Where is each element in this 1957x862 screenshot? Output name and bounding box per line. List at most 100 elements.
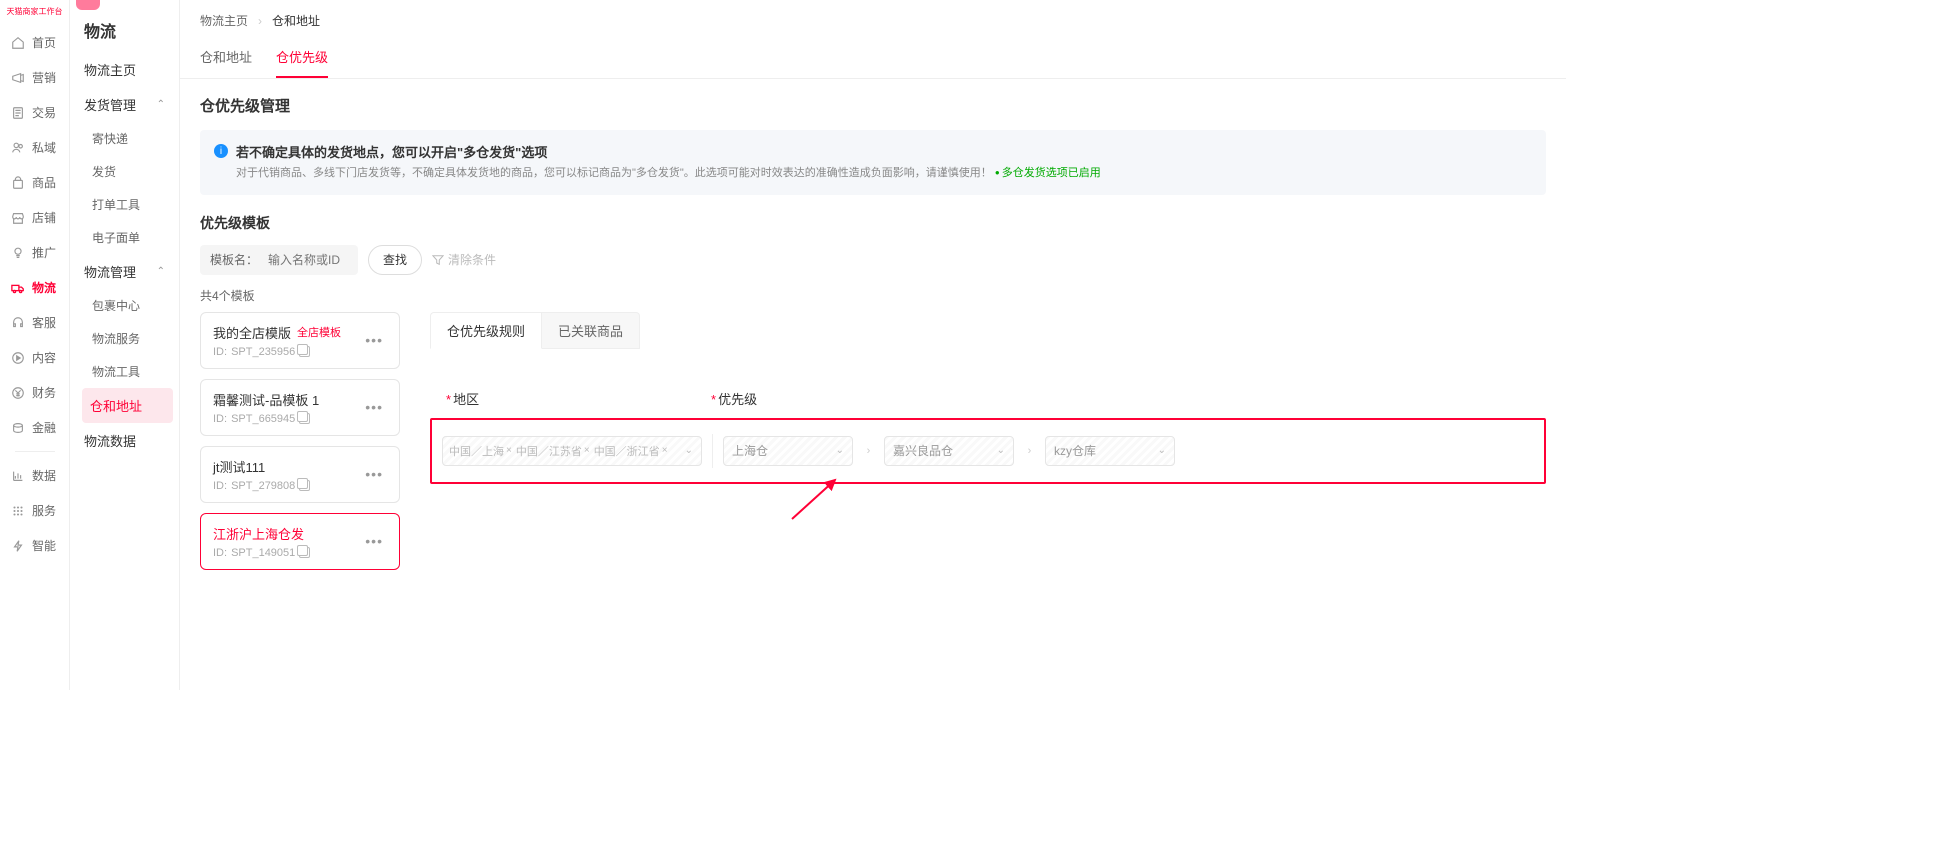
template-name: 我的全店模版全店模板 (213, 323, 341, 342)
chevron-right-icon: › (258, 14, 262, 28)
sidebar-item-home[interactable]: 物流主页 (70, 52, 179, 87)
sidebar-item-label: 物流管理 (84, 262, 136, 281)
nav-finance[interactable]: 财务 (0, 375, 69, 410)
nav-home[interactable]: 首页 (0, 25, 69, 60)
nav-label: 店铺 (32, 209, 56, 226)
sidebar-group-ship[interactable]: 发货管理⌃ (70, 87, 179, 122)
remove-tag-icon[interactable]: × (506, 445, 512, 456)
sidebar-sub-logitool[interactable]: 物流工具 (70, 355, 179, 388)
sidebar-sub-parcel[interactable]: 包裹中心 (70, 289, 179, 322)
nav-service[interactable]: 客服 (0, 305, 69, 340)
sidebar-sub-send[interactable]: 发货 (70, 155, 179, 188)
sidebar-group-logimgmt[interactable]: 物流管理⌃ (70, 254, 179, 289)
logo: 天猫商家工作台 (0, 0, 69, 25)
nav-shop[interactable]: 店铺 (0, 200, 69, 235)
copy-icon[interactable] (299, 547, 310, 558)
nav-label: 服务 (32, 502, 56, 519)
sidebar-sub-logisvc[interactable]: 物流服务 (70, 322, 179, 355)
breadcrumb-item: 仓和地址 (272, 12, 320, 29)
filter-icon (432, 254, 444, 266)
region-tag: 中国／上海 × (449, 443, 512, 459)
template-count: 共4个模板 (200, 287, 1546, 304)
tab-warehouse-priority[interactable]: 仓优先级 (276, 37, 328, 78)
more-icon[interactable]: ••• (361, 466, 387, 482)
alert-desc: 对于代销商品、多线下门店发货等，不确定具体发货地的商品，您可以标记商品为"多仓发… (236, 165, 1532, 183)
nav-services[interactable]: 服务 (0, 493, 69, 528)
sidebar-item-label: 发货管理 (84, 95, 136, 114)
detail-tab-rules[interactable]: 仓优先级规则 (430, 312, 542, 349)
bag-icon (10, 175, 26, 191)
copy-icon[interactable] (299, 346, 310, 357)
nav-logistics[interactable]: 物流 (0, 270, 69, 305)
detail-tab-goods[interactable]: 已关联商品 (542, 312, 640, 349)
remove-tag-icon[interactable]: × (584, 445, 590, 456)
nav-rail: 天猫商家工作台 首页 营销 交易 私域 商品 店铺 推广 (0, 0, 70, 690)
search-button[interactable]: 查找 (368, 245, 422, 275)
template-detail: 仓优先级规则 已关联商品 *地区 *优先级 中国／上海 × 中国／江苏省 × 中… (430, 312, 1546, 484)
nav-smart[interactable]: 智能 (0, 528, 69, 563)
nav-label: 数据 (32, 467, 56, 484)
copy-icon[interactable] (299, 413, 310, 424)
sidebar-sub-express[interactable]: 寄快递 (70, 122, 179, 155)
priority-select-2[interactable]: 嘉兴良品仓⌄ (884, 436, 1014, 466)
template-card[interactable]: jt测试111 ID: SPT_279808 ••• (200, 446, 400, 503)
clear-filter-link[interactable]: 清除条件 (432, 251, 496, 268)
template-name-input[interactable] (268, 245, 358, 275)
megaphone-icon (10, 70, 26, 86)
play-icon (10, 350, 26, 366)
template-list: 我的全店模版全店模板 ID: SPT_235956 ••• 霜馨测试-品模板 1… (200, 312, 400, 570)
nav-private[interactable]: 私域 (0, 130, 69, 165)
template-card-selected[interactable]: 江浙沪上海仓发 ID: SPT_149051 ••• (200, 513, 400, 570)
nav-trade[interactable]: 交易 (0, 95, 69, 130)
nav-label: 私域 (32, 139, 56, 156)
priority-select-1[interactable]: 上海仓⌄ (723, 436, 853, 466)
alert-link[interactable]: 多仓发货选项已启用 (995, 167, 1101, 179)
chevron-down-icon: ⌄ (997, 445, 1005, 456)
sidebar: 物流 物流主页 发货管理⌃ 寄快递 发货 打单工具 电子面单 物流管理⌃ 包裹中… (70, 0, 180, 690)
nav-separator (15, 451, 55, 452)
sidebar-item-logidata[interactable]: 物流数据 (70, 423, 179, 458)
breadcrumb-item[interactable]: 物流主页 (200, 12, 248, 29)
coin-icon (10, 420, 26, 436)
copy-icon[interactable] (299, 480, 310, 491)
chevron-down-icon: ⌄ (1158, 445, 1166, 456)
sidebar-sub-warehouse-addr[interactable]: 仓和地址 (82, 388, 173, 423)
sidebar-sub-print[interactable]: 打单工具 (70, 188, 179, 221)
nav-funding[interactable]: 金融 (0, 410, 69, 445)
template-card[interactable]: 霜馨测试-品模板 1 ID: SPT_665945 ••• (200, 379, 400, 436)
headset-icon (10, 315, 26, 331)
more-icon[interactable]: ••• (361, 533, 387, 549)
top-pill-decoration (76, 0, 100, 10)
chevron-down-icon: ⌄ (836, 445, 844, 456)
yen-icon (10, 385, 26, 401)
nav-label: 智能 (32, 537, 56, 554)
nav-label: 财务 (32, 384, 56, 401)
tab-warehouse-addr[interactable]: 仓和地址 (200, 37, 252, 78)
grid-icon (10, 503, 26, 519)
template-section-title: 优先级模板 (200, 213, 1546, 233)
nav-label: 首页 (32, 34, 56, 51)
sidebar-sub-ewaybill[interactable]: 电子面单 (70, 221, 179, 254)
page-title: 仓优先级管理 (200, 95, 1546, 116)
template-id: ID: SPT_149051 (213, 547, 310, 559)
nav-marketing[interactable]: 营销 (0, 60, 69, 95)
filter-label: 模板名： (200, 251, 268, 268)
alert-desc-text: 对于代销商品、多线下门店发货等，不确定具体发货地的商品，您可以标记商品为"多仓发… (236, 167, 992, 179)
more-icon[interactable]: ••• (361, 332, 387, 348)
region-multiselect[interactable]: 中国／上海 × 中国／江苏省 × 中国／浙江省 × ⌄ (442, 436, 702, 466)
more-icon[interactable]: ••• (361, 399, 387, 415)
sidebar-title: 物流 (70, 14, 179, 52)
nav-content[interactable]: 内容 (0, 340, 69, 375)
logo-subtitle: 天猫商家工作台 (7, 6, 63, 17)
filter-input-wrap: 模板名： (200, 245, 358, 275)
remove-tag-icon[interactable]: × (662, 445, 668, 456)
nav-goods[interactable]: 商品 (0, 165, 69, 200)
template-id: ID: SPT_665945 (213, 413, 319, 425)
priority-select-3[interactable]: kzy仓库⌄ (1045, 436, 1175, 466)
template-card[interactable]: 我的全店模版全店模板 ID: SPT_235956 ••• (200, 312, 400, 369)
nav-data[interactable]: 数据 (0, 458, 69, 493)
nav-label: 内容 (32, 349, 56, 366)
nav-promo[interactable]: 推广 (0, 235, 69, 270)
users-icon (10, 140, 26, 156)
annotation-arrow (787, 474, 847, 524)
